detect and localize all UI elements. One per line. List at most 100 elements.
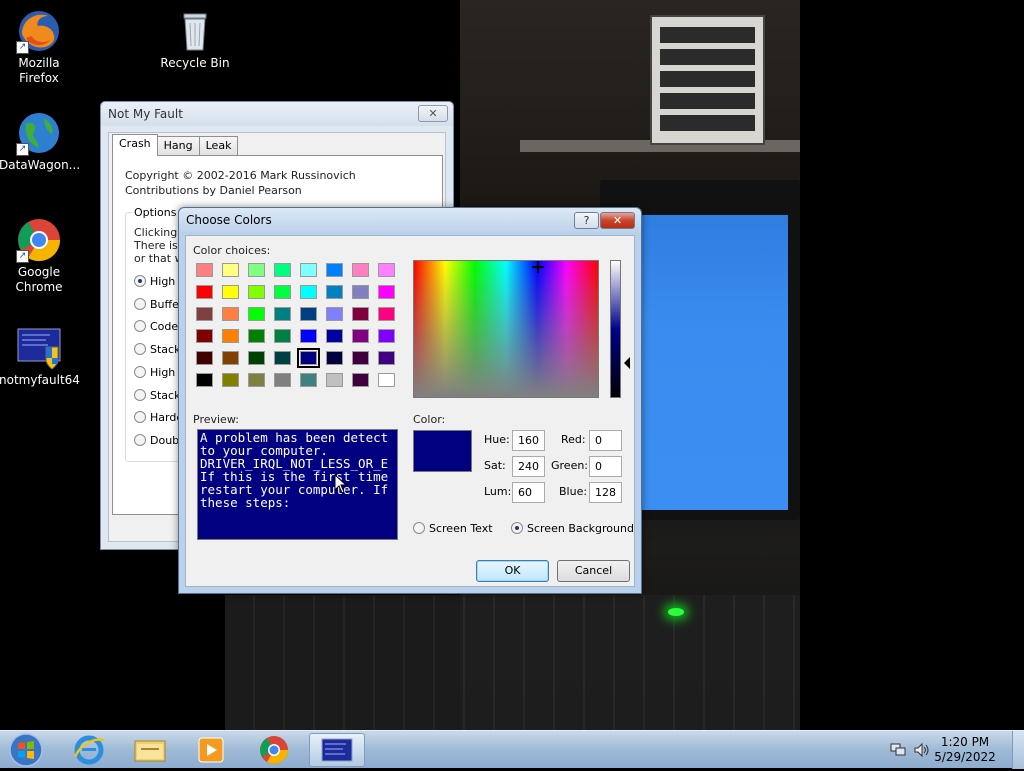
help-button[interactable]: ? <box>574 212 599 229</box>
color-swatch[interactable] <box>297 348 320 368</box>
taskbar-file-explorer[interactable] <box>123 733 177 767</box>
notmyfault-titlebar[interactable]: Not My Fault <box>101 102 453 126</box>
color-swatch[interactable] <box>352 263 369 277</box>
luminosity-arrow-icon[interactable] <box>624 357 630 369</box>
color-swatch[interactable] <box>196 307 213 321</box>
tab-leak[interactable]: Leak <box>198 136 239 156</box>
color-swatch[interactable] <box>248 285 265 299</box>
crash-option-radio[interactable]: Buffer <box>134 298 183 312</box>
desktop-icon-chrome[interactable]: ↗ Google Chrome <box>0 217 79 295</box>
color-swatch[interactable] <box>248 329 265 343</box>
blue-field[interactable]: 128 <box>589 482 622 503</box>
color-swatch[interactable] <box>352 307 369 321</box>
color-swatch[interactable] <box>378 285 395 299</box>
crash-option-radio[interactable]: Stack <box>134 343 180 357</box>
radio-button[interactable] <box>134 411 146 423</box>
color-swatch[interactable] <box>326 373 343 387</box>
color-swatch[interactable] <box>352 285 369 299</box>
color-swatch[interactable] <box>248 373 265 387</box>
crash-option-radio[interactable]: Hardc <box>134 411 182 425</box>
volume-icon[interactable] <box>913 742 931 758</box>
color-swatch[interactable] <box>378 329 395 343</box>
desktop-icon-firefox[interactable]: ↗ Mozilla Firefox <box>0 8 79 86</box>
radio-button[interactable] <box>134 320 146 332</box>
color-spectrum[interactable] <box>413 260 599 398</box>
notmyfault-close-button[interactable]: ✕ <box>418 105 448 122</box>
color-swatch[interactable] <box>222 307 239 321</box>
color-swatch[interactable] <box>274 351 291 365</box>
show-desktop-button[interactable] <box>1012 731 1024 769</box>
sat-field[interactable]: 240 <box>512 456 545 477</box>
radio-button[interactable] <box>134 366 146 378</box>
color-swatch[interactable] <box>352 351 369 365</box>
color-swatch[interactable] <box>326 263 343 277</box>
radio-button[interactable] <box>134 275 146 287</box>
color-swatch[interactable] <box>196 329 213 343</box>
lum-field[interactable]: 60 <box>512 482 545 503</box>
taskbar-media-player[interactable] <box>184 733 238 767</box>
color-swatch[interactable] <box>196 263 213 277</box>
close-button[interactable]: ✕ <box>600 212 635 229</box>
radio-button[interactable] <box>134 434 146 446</box>
desktop-icon-notmyfault64[interactable]: notmyfault64 <box>0 325 80 388</box>
taskbar-chrome[interactable] <box>247 733 301 767</box>
color-swatch[interactable] <box>352 329 369 343</box>
hue-field[interactable]: 160 <box>512 430 545 451</box>
taskbar-internet-explorer[interactable] <box>62 733 116 767</box>
green-field[interactable]: 0 <box>589 456 622 477</box>
color-swatch[interactable] <box>326 351 343 365</box>
tab-hang[interactable]: Hang <box>156 136 200 156</box>
color-swatch[interactable] <box>378 307 395 321</box>
color-swatch[interactable] <box>300 263 317 277</box>
color-swatch[interactable] <box>196 373 213 387</box>
desktop-icon-label: Recycle Bin <box>160 56 230 70</box>
color-swatch[interactable] <box>326 285 343 299</box>
color-swatch[interactable] <box>222 329 239 343</box>
color-swatch[interactable] <box>274 329 291 343</box>
radio-button[interactable] <box>511 522 523 534</box>
color-swatch[interactable] <box>378 373 395 387</box>
screen-background-radio[interactable]: Screen Background <box>511 522 634 536</box>
color-swatch[interactable] <box>222 285 239 299</box>
color-swatch[interactable] <box>300 329 317 343</box>
color-swatch[interactable] <box>274 373 291 387</box>
radio-button[interactable] <box>134 298 146 310</box>
color-swatch[interactable] <box>274 285 291 299</box>
color-swatch[interactable] <box>326 307 343 321</box>
color-swatch[interactable] <box>222 373 239 387</box>
color-swatch[interactable] <box>222 263 239 277</box>
color-swatch[interactable] <box>352 373 369 387</box>
radio-button[interactable] <box>134 343 146 355</box>
taskbar-notmyfault[interactable] <box>309 733 365 767</box>
color-swatch[interactable] <box>326 329 343 343</box>
color-swatch[interactable] <box>274 307 291 321</box>
cancel-button[interactable]: Cancel <box>557 560 630 582</box>
color-swatch[interactable] <box>378 263 395 277</box>
desktop-icon-recycle-bin[interactable]: Recycle Bin <box>155 8 235 71</box>
ok-button[interactable]: OK <box>476 560 549 582</box>
choose-colors-titlebar[interactable]: Choose Colors <box>179 208 641 232</box>
color-swatch[interactable] <box>378 351 395 365</box>
color-swatch[interactable] <box>248 263 265 277</box>
desktop-icon-datawagon[interactable]: ↗ DataWagon... <box>0 110 80 173</box>
color-swatch[interactable] <box>196 351 213 365</box>
color-swatch[interactable] <box>300 285 317 299</box>
color-swatch[interactable] <box>274 263 291 277</box>
luminosity-bar[interactable] <box>610 260 621 398</box>
red-field[interactable]: 0 <box>589 430 622 451</box>
crosshair-icon[interactable] <box>532 261 544 273</box>
screen-text-radio[interactable]: Screen Text <box>413 522 493 536</box>
color-swatch[interactable] <box>248 307 265 321</box>
clock[interactable]: 1:20 PM 5/29/2022 <box>930 735 1000 765</box>
radio-button[interactable] <box>134 389 146 401</box>
color-swatch[interactable] <box>300 307 317 321</box>
start-button[interactable] <box>6 732 46 768</box>
color-swatch[interactable] <box>222 351 239 365</box>
color-swatch[interactable] <box>300 373 317 387</box>
tab-crash[interactable]: Crash <box>112 134 158 156</box>
crash-option-radio[interactable]: Stack <box>134 389 180 403</box>
network-icon[interactable] <box>889 742 907 758</box>
color-swatch[interactable] <box>196 285 213 299</box>
radio-button[interactable] <box>413 522 425 534</box>
color-swatch[interactable] <box>248 351 265 365</box>
